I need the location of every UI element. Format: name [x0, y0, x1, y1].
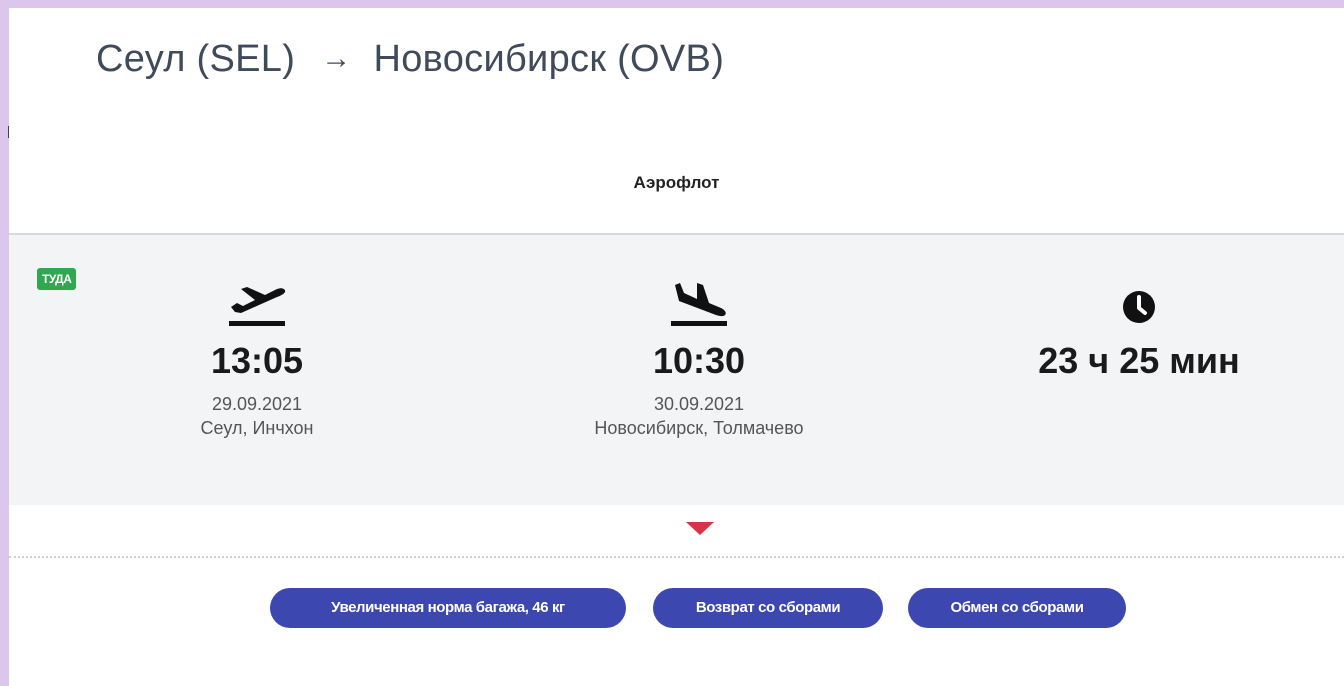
airline-header: Аэрофлот: [9, 118, 1344, 235]
departure-info: 13:05 29.09.2021 Сеул, Инчхон: [152, 277, 362, 441]
arrival-date: 30.09.2021: [653, 394, 745, 414]
landing-icon: [671, 283, 727, 326]
clock-icon: [1123, 291, 1155, 323]
arrival-airport: Новосибирск, Толмачево: [594, 418, 804, 438]
departure-date: 29.09.2021: [211, 394, 303, 414]
takeoff-icon: [229, 287, 286, 326]
expand-details-toggle[interactable]: [686, 522, 714, 535]
route-arrow: →: [321, 42, 352, 75]
departure-time: 13:05: [210, 340, 304, 381]
duration-info: 23 ч 25 мин: [1009, 277, 1269, 381]
tag-baggage-allowance[interactable]: Увеличенная норма багажа, 46 кг: [270, 588, 626, 628]
arrival-time: 10:30: [652, 340, 746, 381]
frame-border-top: [0, 0, 1344, 8]
departure-airport: Сеул, Инчхон: [200, 418, 314, 438]
flight-segment: ТУДА 13:05 29.09.2021 Сеул, Инчхон 10:30…: [9, 235, 1344, 505]
origin-city: Сеул (SEL): [96, 38, 296, 80]
airline-name: Аэрофлот: [633, 173, 720, 192]
tag-refund-with-fees[interactable]: Возврат со сборами: [653, 588, 883, 628]
flight-duration: 23 ч 25 мин: [1038, 340, 1240, 381]
destination-city: Новосибирск (OVB): [373, 38, 725, 80]
tag-exchange-with-fees[interactable]: Обмен со сборами: [908, 588, 1126, 628]
route-title: Сеул (SEL) → Новосибирск (OVB): [96, 38, 724, 81]
frame-border-left: [0, 0, 9, 686]
arrival-info: 10:30 30.09.2021 Новосибирск, Толмачево: [539, 277, 859, 441]
direction-badge: ТУДА: [37, 268, 77, 290]
section-divider: [9, 556, 1344, 558]
